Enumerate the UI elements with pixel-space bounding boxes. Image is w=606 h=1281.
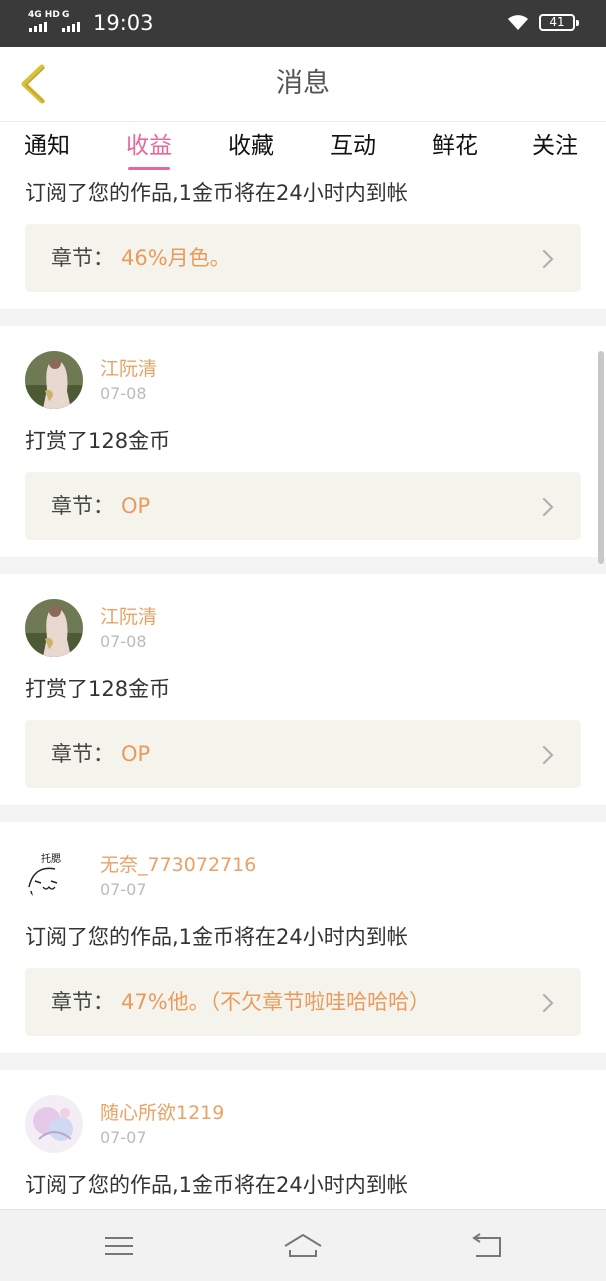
chapter-label: 章节：	[51, 494, 114, 518]
item-description: 订阅了您的作品,1金币将在24小时内到帐	[25, 925, 408, 949]
message-list[interactable]: 订阅了您的作品,1金币将在24小时内到帐 章节： 46%月色。 江阮清 07-0…	[0, 174, 606, 1209]
tab-notifications[interactable]: 通知	[24, 130, 70, 162]
timestamp: 07-07	[100, 880, 147, 899]
chapter-link[interactable]: 章节： 46%月色。	[25, 224, 581, 292]
list-item: 江阮清 07-08 打赏了128金币 章节： OP	[0, 326, 606, 557]
username[interactable]: 无奈_773072716	[100, 853, 256, 877]
home-icon[interactable]	[281, 1228, 325, 1264]
signal-icon	[29, 22, 47, 32]
chapter-link[interactable]: 章节： OP	[25, 720, 581, 788]
list-item: 托腮 无奈_773072716 07-07 订阅了您的作品,1金币将在24小时内…	[0, 822, 606, 1053]
back-icon[interactable]	[466, 1228, 510, 1264]
signal-icon-2	[62, 22, 80, 32]
item-description: 订阅了您的作品,1金币将在24小时内到帐	[25, 1173, 408, 1197]
menu-icon[interactable]	[97, 1228, 141, 1264]
system-nav-bar	[0, 1209, 606, 1281]
chevron-right-icon	[542, 249, 554, 269]
item-description: 订阅了您的作品,1金币将在24小时内到帐	[25, 181, 408, 205]
chapter-label: 章节：	[51, 990, 114, 1014]
status-time: 19:03	[93, 11, 154, 35]
chapter-title: OP	[121, 742, 151, 766]
timestamp: 07-07	[100, 1128, 147, 1147]
chevron-right-icon	[542, 745, 554, 765]
avatar-text: 托腮	[41, 852, 61, 865]
list-item: 江阮清 07-08 打赏了128金币 章节： OP	[0, 574, 606, 805]
network-type-label: 4G HD	[28, 10, 60, 20]
chapter-link[interactable]: 章节： OP	[25, 472, 581, 540]
chapter-title: 47%他。（不欠章节啦哇哈哈哈）	[121, 990, 431, 1014]
network-type-label-2: G	[62, 10, 70, 20]
scrollbar[interactable]	[598, 351, 604, 564]
tab-flowers[interactable]: 鲜花	[432, 130, 478, 162]
avatar[interactable]	[25, 1095, 83, 1153]
tab-earnings[interactable]: 收益	[126, 130, 172, 170]
tab-bar: 通知 收益 收藏 互动 鲜花 关注	[0, 122, 606, 174]
timestamp: 07-08	[100, 632, 147, 651]
battery-icon: 41	[539, 14, 579, 31]
item-description: 打赏了128金币	[25, 677, 171, 701]
chapter-title: 46%月色。	[121, 246, 231, 270]
tab-favorites[interactable]: 收藏	[228, 130, 274, 162]
battery-level: 41	[549, 15, 565, 29]
item-description: 打赏了128金币	[25, 429, 171, 453]
tab-interactions[interactable]: 互动	[330, 130, 376, 162]
chapter-link[interactable]: 章节： 47%他。（不欠章节啦哇哈哈哈）	[25, 968, 581, 1036]
chapter-label: 章节：	[51, 246, 114, 270]
header: 消息	[0, 47, 606, 122]
list-item: 随心所欲1219 07-07 订阅了您的作品,1金币将在24小时内到帐	[0, 1070, 606, 1209]
chevron-right-icon	[542, 497, 554, 517]
chapter-title: OP	[121, 494, 151, 518]
page-title: 消息	[276, 68, 330, 99]
status-bar: 4G HD G 19:03 41	[0, 0, 606, 47]
chapter-label: 章节：	[51, 742, 114, 766]
timestamp: 07-08	[100, 384, 147, 403]
avatar[interactable]	[25, 351, 83, 409]
username[interactable]: 江阮清	[100, 357, 157, 381]
avatar[interactable]: 托腮	[25, 847, 83, 905]
tab-following[interactable]: 关注	[532, 130, 578, 162]
list-item: 订阅了您的作品,1金币将在24小时内到帐 章节： 46%月色。	[0, 174, 606, 309]
avatar[interactable]	[25, 599, 83, 657]
username[interactable]: 随心所欲1219	[100, 1101, 224, 1125]
wifi-icon	[508, 15, 528, 30]
username[interactable]: 江阮清	[100, 605, 157, 629]
chevron-right-icon	[542, 993, 554, 1013]
